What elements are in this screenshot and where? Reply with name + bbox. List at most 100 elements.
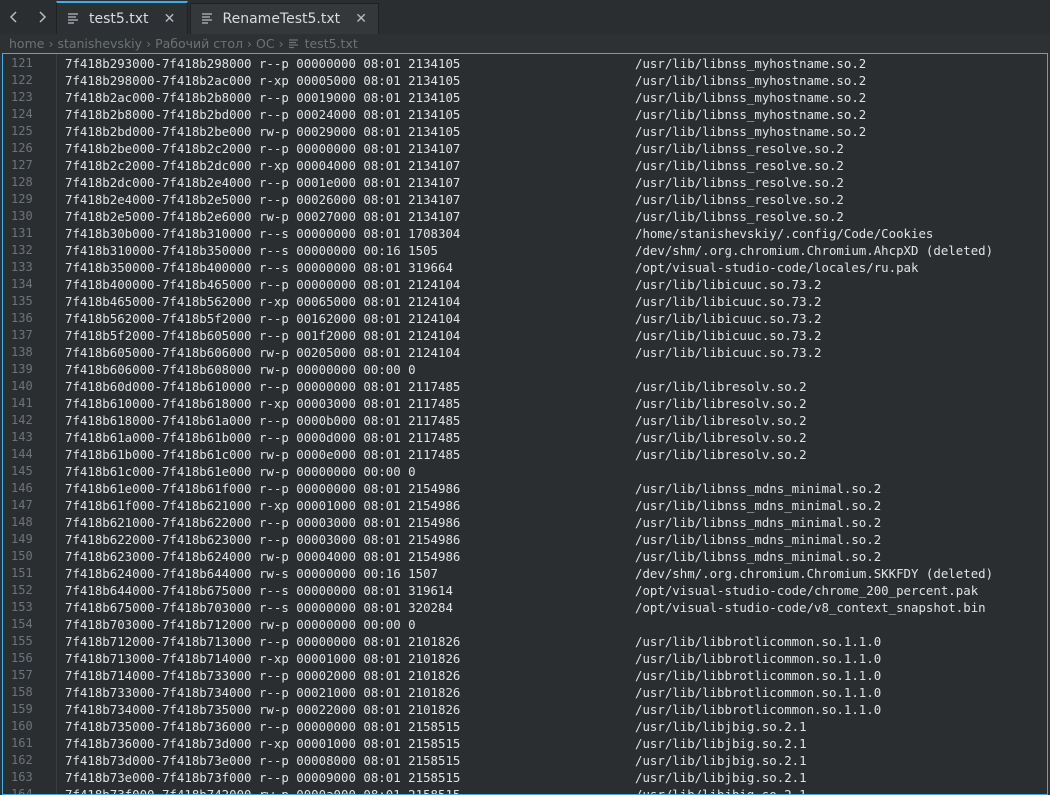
line-text: 7f418b621000-7f418b622000 r--p 00003000 … <box>65 515 461 530</box>
line-text: 7f418b2dc000-7f418b2e4000 r--p 0001e000 … <box>65 175 461 190</box>
line-text: 7f418b73d000-7f418b73e000 r--p 00008000 … <box>65 753 461 768</box>
tab-bar: test5.txt ✕ RenameTest5.txt ✕ <box>0 0 1050 35</box>
editor-line[interactable]: 151 7f418b624000-7f418b644000 rw-s 000000… <box>3 565 1047 582</box>
editor-line[interactable]: 124 7f418b2b8000-7f418b2bd000 r--p 000240… <box>3 106 1047 123</box>
editor-line[interactable]: 159 7f418b734000-7f418b735000 rw-p 000220… <box>3 701 1047 718</box>
editor-line[interactable]: 141 7f418b610000-7f418b618000 r-xp 000030… <box>3 395 1047 412</box>
tab-test5-txt[interactable]: test5.txt ✕ <box>56 1 188 34</box>
editor-line[interactable]: 125 7f418b2bd000-7f418b2be000 rw-p 000290… <box>3 123 1047 140</box>
editor-line[interactable]: 155 7f418b712000-7f418b713000 r--p 000000… <box>3 633 1047 650</box>
editor-line[interactable]: 146 7f418b61e000-7f418b61f000 r--p 000000… <box>3 480 1047 497</box>
editor-line[interactable]: 164 7f418b73f000-7f418b742000 rw-p 0000a0… <box>3 786 1047 794</box>
forward-button[interactable] <box>28 0 56 34</box>
editor-line[interactable]: 138 7f418b605000-7f418b606000 rw-p 002050… <box>3 344 1047 361</box>
editor-line[interactable]: 121 7f418b293000-7f418b298000 r--p 000000… <box>3 55 1047 72</box>
editor-line[interactable]: 144 7f418b61b000-7f418b61c000 rw-p 0000e0… <box>3 446 1047 463</box>
line-path: /usr/lib/libresolv.so.2 <box>635 379 807 394</box>
line-number: 162 <box>11 753 33 767</box>
line-number: 149 <box>11 532 33 546</box>
line-number: 151 <box>11 566 33 580</box>
line-number: 130 <box>11 209 33 223</box>
line-text: 7f418b624000-7f418b644000 rw-s 00000000 … <box>65 566 438 581</box>
editor-line[interactable]: 149 7f418b622000-7f418b623000 r--p 000030… <box>3 531 1047 548</box>
breadcrumb-item-home[interactable]: home <box>9 36 44 51</box>
editor-line[interactable]: 123 7f418b2ac000-7f418b2b8000 r--p 000190… <box>3 89 1047 106</box>
editor-line[interactable]: 142 7f418b618000-7f418b61a000 r--p 0000b0… <box>3 412 1047 429</box>
line-number: 132 <box>11 243 33 257</box>
line-path: /usr/lib/libnss_resolve.so.2 <box>635 141 844 156</box>
editor-line[interactable]: 158 7f418b733000-7f418b734000 r--p 000210… <box>3 684 1047 701</box>
breadcrumb-item-file[interactable]: test5.txt <box>305 36 358 51</box>
editor-line[interactable]: 154 7f418b703000-7f418b712000 rw-p 000000… <box>3 616 1047 633</box>
tab-label: test5.txt <box>89 10 149 27</box>
close-icon[interactable]: ✕ <box>163 11 177 27</box>
editor-line[interactable]: 147 7f418b61f000-7f418b621000 r-xp 000010… <box>3 497 1047 514</box>
editor-line[interactable]: 127 7f418b2c2000-7f418b2dc000 r-xp 000040… <box>3 157 1047 174</box>
editor-line[interactable]: 133 7f418b350000-7f418b400000 r--s 000000… <box>3 259 1047 276</box>
editor-line[interactable]: 160 7f418b735000-7f418b736000 r--p 000000… <box>3 718 1047 735</box>
editor-line[interactable]: 131 7f418b30b000-7f418b310000 r--s 000000… <box>3 225 1047 242</box>
back-button[interactable] <box>0 0 28 34</box>
editor-line[interactable]: 140 7f418b60d000-7f418b610000 r--p 000000… <box>3 378 1047 395</box>
line-number: 129 <box>11 192 33 206</box>
line-text: 7f418b400000-7f418b465000 r--p 00000000 … <box>65 277 461 292</box>
editor-line[interactable]: 139 7f418b606000-7f418b608000 rw-p 000000… <box>3 361 1047 378</box>
chevron-left-icon <box>9 11 17 23</box>
text-editor[interactable]: 121 7f418b293000-7f418b298000 r--p 000000… <box>2 53 1048 795</box>
editor-line[interactable]: 143 7f418b61a000-7f418b61b000 r--p 0000d0… <box>3 429 1047 446</box>
editor-line[interactable]: 162 7f418b73d000-7f418b73e000 r--p 000080… <box>3 752 1047 769</box>
line-number: 124 <box>11 107 33 121</box>
line-path: /usr/lib/libbrotlicommon.so.1.1.0 <box>635 702 882 717</box>
editor-line[interactable]: 135 7f418b465000-7f418b562000 r-xp 000650… <box>3 293 1047 310</box>
line-path: /usr/lib/libjbig.so.2.1 <box>635 736 807 751</box>
line-path: /dev/shm/.org.chromium.Chromium.AhcpXD (… <box>635 243 994 258</box>
editor-line[interactable]: 129 7f418b2e4000-7f418b2e5000 r--p 000260… <box>3 191 1047 208</box>
line-path: /usr/lib/libjbig.so.2.1 <box>635 770 807 785</box>
line-path: /usr/lib/libresolv.so.2 <box>635 396 807 411</box>
text-file-icon <box>68 12 78 24</box>
editor-line[interactable]: 145 7f418b61c000-7f418b61e000 rw-p 000000… <box>3 463 1047 480</box>
line-number: 158 <box>11 685 33 699</box>
line-path: /usr/lib/libnss_myhostname.so.2 <box>635 90 867 105</box>
breadcrumb-item-os[interactable]: ОС <box>256 36 275 51</box>
line-number: 155 <box>11 634 33 648</box>
line-number: 127 <box>11 158 33 172</box>
editor-line[interactable]: 157 7f418b714000-7f418b733000 r--p 000020… <box>3 667 1047 684</box>
editor-line[interactable]: 156 7f418b713000-7f418b714000 r-xp 000010… <box>3 650 1047 667</box>
line-path: /usr/lib/libjbig.so.2.1 <box>635 753 807 768</box>
line-number: 134 <box>11 277 33 291</box>
editor-line[interactable]: 130 7f418b2e5000-7f418b2e6000 rw-p 000270… <box>3 208 1047 225</box>
breadcrumb-item-user[interactable]: stanishevskiy <box>57 36 142 51</box>
line-text: 7f418b5f2000-7f418b605000 r--p 001f2000 … <box>65 328 461 343</box>
line-text: 7f418b2ac000-7f418b2b8000 r--p 00019000 … <box>65 90 461 105</box>
editor-line[interactable]: 126 7f418b2be000-7f418b2c2000 r--p 000000… <box>3 140 1047 157</box>
line-text: 7f418b733000-7f418b734000 r--p 00021000 … <box>65 685 461 700</box>
chevron-right-icon <box>39 11 47 23</box>
line-number: 121 <box>11 56 33 70</box>
line-number: 143 <box>11 430 33 444</box>
line-number: 154 <box>11 617 33 631</box>
editor-line[interactable]: 136 7f418b562000-7f418b5f2000 r--p 001620… <box>3 310 1047 327</box>
editor-line[interactable]: 150 7f418b623000-7f418b624000 rw-p 000040… <box>3 548 1047 565</box>
line-text: 7f418b2be000-7f418b2c2000 r--p 00000000 … <box>65 141 461 156</box>
line-path: /usr/lib/libbrotlicommon.so.1.1.0 <box>635 668 882 683</box>
editor-line[interactable]: 137 7f418b5f2000-7f418b605000 r--p 001f20… <box>3 327 1047 344</box>
editor-line[interactable]: 148 7f418b621000-7f418b622000 r--p 000030… <box>3 514 1047 531</box>
breadcrumb-item-desktop[interactable]: Рабочий стол <box>155 36 243 51</box>
editor-line[interactable]: 122 7f418b298000-7f418b2ac000 r-xp 000050… <box>3 72 1047 89</box>
breadcrumb-separator: › <box>146 36 152 51</box>
editor-line[interactable]: 128 7f418b2dc000-7f418b2e4000 r--p 0001e0… <box>3 174 1047 191</box>
line-path: /usr/lib/libicuuc.so.73.2 <box>635 328 822 343</box>
tab-renametest5-txt[interactable]: RenameTest5.txt ✕ <box>189 3 380 34</box>
editor-line[interactable]: 153 7f418b675000-7f418b703000 r--s 000000… <box>3 599 1047 616</box>
editor-line[interactable]: 132 7f418b310000-7f418b350000 r--s 000000… <box>3 242 1047 259</box>
editor-line[interactable]: 163 7f418b73e000-7f418b73f000 r--p 000090… <box>3 769 1047 786</box>
line-text: 7f418b735000-7f418b736000 r--p 00000000 … <box>65 719 461 734</box>
editor-line[interactable]: 134 7f418b400000-7f418b465000 r--p 000000… <box>3 276 1047 293</box>
line-number: 125 <box>11 124 33 138</box>
line-number: 150 <box>11 549 33 563</box>
close-icon[interactable]: ✕ <box>354 11 368 27</box>
editor-line[interactable]: 161 7f418b736000-7f418b73d000 r-xp 000010… <box>3 735 1047 752</box>
line-text: 7f418b562000-7f418b5f2000 r--p 00162000 … <box>65 311 461 326</box>
editor-line[interactable]: 152 7f418b644000-7f418b675000 r--s 000000… <box>3 582 1047 599</box>
